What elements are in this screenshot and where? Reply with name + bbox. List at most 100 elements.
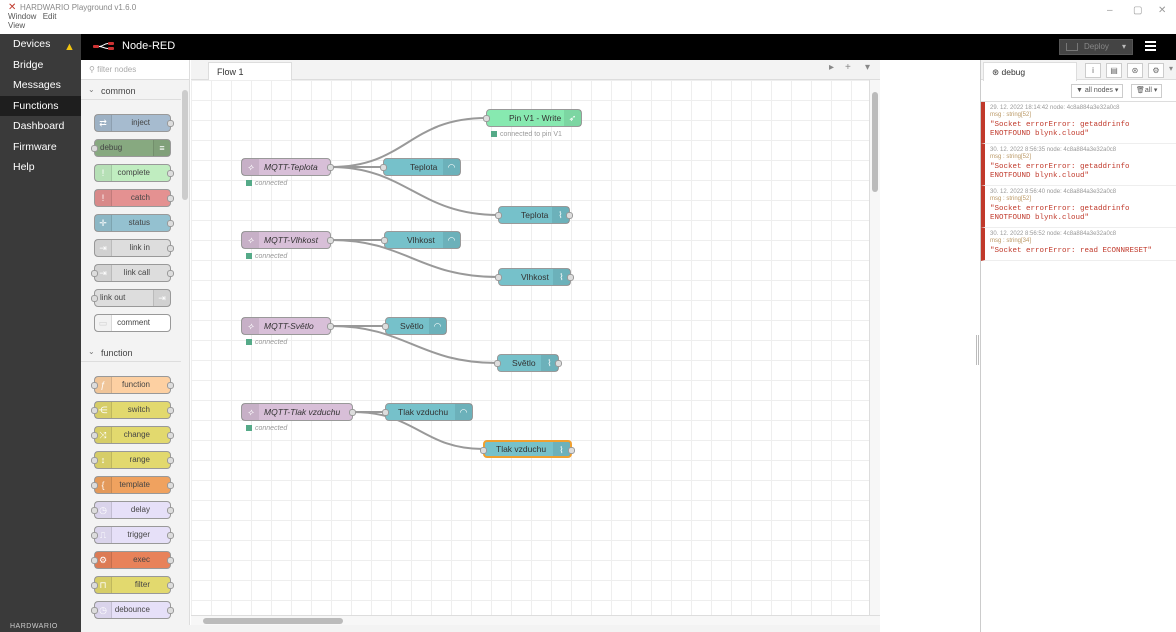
nav-devices[interactable]: Devices ▲ — [0, 34, 81, 55]
filter-icon: ▼ — [1076, 87, 1083, 94]
palette-category-common[interactable]: ⌄ common — [81, 82, 181, 100]
nodered-header: Node-RED Deploy ▾ — [81, 34, 1176, 60]
palette-node-switch[interactable]: ⋲ switch — [91, 401, 174, 419]
status-dot — [491, 131, 497, 137]
menu-icon[interactable] — [1145, 41, 1156, 51]
palette-node-status[interactable]: ✛ status — [94, 214, 174, 232]
pin-v1-write-node[interactable]: Pin V1 - Write ➶ connected to pin V1 — [483, 109, 582, 138]
tab-flow-1[interactable]: Flow 1 — [208, 62, 292, 81]
nav-bridge[interactable]: Bridge — [0, 55, 81, 76]
palette-node-function[interactable]: ƒ function — [91, 376, 174, 394]
palette-node-trigger[interactable]: ⎍ trigger — [91, 526, 174, 544]
palette-node-template[interactable]: {template — [91, 476, 174, 494]
complete-icon: ! — [95, 165, 112, 181]
palette-node-inject[interactable]: ⇄ inject — [94, 114, 174, 132]
debug-message[interactable]: 29. 12. 2022 18:14:42 node: 4c8a884a3e32… — [981, 102, 1176, 144]
mqtt-teplota-node[interactable]: ⟡ MQTT-Teplota connected — [241, 158, 334, 187]
help-book-icon[interactable]: ▤ — [1106, 63, 1122, 78]
mqtt-icon: ⟡ — [242, 404, 259, 420]
debug-sidebar: ⊛ debug i ▤ ⊛ ⚙ ▾ ▼ all nodes ▾ 🗑all ▾ 2… — [980, 60, 1176, 632]
status-dot — [246, 425, 252, 431]
tab-scroll-right-icon[interactable]: ▸ — [829, 62, 834, 73]
gauge-icon: ◠ — [429, 318, 446, 334]
svetlo-gauge-node[interactable]: Světlo ◠ — [382, 317, 447, 335]
gear-icon[interactable]: ⚙ — [1148, 63, 1164, 78]
palette-node-debug[interactable]: debug ≡ — [91, 139, 171, 157]
canvas-footer — [81, 625, 880, 632]
palette-node-debounce[interactable]: ◷ debounce — [91, 601, 174, 619]
palette-node-complete[interactable]: ! complete — [94, 164, 174, 182]
canvas-vertical-scrollbar[interactable] — [869, 80, 880, 615]
palette-node-exec[interactable]: ⚙ exec — [91, 551, 174, 569]
tlak-vzduchu-chart-node[interactable]: Tlak vzduchu ⌇ — [480, 440, 575, 458]
minimize-icon[interactable]: – — [1107, 5, 1113, 16]
mqtt-tlak-vzduchu-node[interactable]: ⟡ MQTT-Tlak vzduchu connected — [241, 403, 356, 432]
vlhkost-chart-node[interactable]: Vlhkost ⌇ — [495, 268, 574, 286]
workspace-tabs: Flow 1 ▸ + ▾ — [191, 60, 880, 81]
mqtt-vlhkost-node[interactable]: ⟡ MQTT-Vlhkost connected — [241, 231, 334, 260]
status-icon: ✛ — [95, 215, 112, 231]
palette-node-range[interactable]: ↕ range — [91, 451, 174, 469]
nav-help[interactable]: Help — [0, 157, 81, 178]
palette-node-catch[interactable]: ! catch — [94, 189, 174, 207]
mqtt-icon: ⟡ — [242, 318, 259, 334]
gauge-icon: ◠ — [443, 232, 460, 248]
debug-message[interactable]: 30. 12. 2022 8:56:52 node: 4c8a884a3e32a… — [981, 228, 1176, 261]
menu-edit[interactable]: Edit — [43, 12, 57, 21]
mqtt-svetlo-node[interactable]: ⟡ MQTT-Světlo connected — [241, 317, 334, 346]
status-dot — [246, 339, 252, 345]
add-flow-icon[interactable]: + — [845, 62, 851, 73]
palette-node-link-out[interactable]: link out ⇥ — [91, 289, 171, 307]
menu-window[interactable]: Window — [8, 12, 36, 21]
comment-icon: ▭ — [95, 315, 112, 331]
gauge-icon: ◠ — [443, 159, 460, 175]
canvas-horizontal-scrollbar[interactable] — [191, 615, 880, 625]
link-out-icon: ⇥ — [153, 290, 170, 306]
gauge-icon: ◠ — [455, 404, 472, 420]
palette-scrollbar[interactable] — [182, 90, 188, 200]
svetlo-chart-node[interactable]: Světlo ⌇ — [494, 354, 562, 372]
status-dot — [246, 253, 252, 259]
tab-debug[interactable]: ⊛ debug — [983, 62, 1077, 81]
info-icon[interactable]: i — [1085, 63, 1101, 78]
sidebar-tabs: ⊛ debug i ▤ ⊛ ⚙ ▾ — [981, 60, 1176, 81]
tlak-vzduchu-gauge-node[interactable]: Tlak vzduchu ◠ — [382, 403, 473, 421]
palette-node-delay[interactable]: ◷ delay — [91, 501, 174, 519]
chevron-down-icon[interactable]: ▾ — [865, 62, 870, 73]
close-icon[interactable]: ✕ — [1158, 5, 1166, 16]
deploy-button[interactable]: Deploy ▾ — [1059, 39, 1133, 55]
sidebar-resize-handle[interactable] — [976, 335, 979, 365]
mqtt-icon: ⟡ — [242, 159, 259, 175]
maximize-icon[interactable]: ▢ — [1133, 5, 1142, 16]
palette-filter-input[interactable]: ⚲ filter nodes — [81, 60, 189, 80]
palette-category-function[interactable]: ⌄ function — [81, 344, 181, 362]
inject-icon: ⇄ — [95, 115, 112, 131]
debug-tab-icon[interactable]: ⊛ — [1127, 63, 1143, 78]
clear-log-button[interactable]: 🗑all ▾ — [1131, 84, 1163, 98]
window-title: HARDWARIO Playground v1.6.0 — [20, 3, 137, 12]
blynk-icon: ➶ — [564, 110, 581, 126]
nav-dashboard[interactable]: Dashboard — [0, 116, 81, 137]
palette-node-change[interactable]: ⤨ change — [91, 426, 174, 444]
palette-node-link-in[interactable]: ⇥ link in — [94, 239, 174, 257]
vlhkost-gauge-node[interactable]: Vlhkost ◠ — [381, 231, 461, 249]
debug-message[interactable]: 30. 12. 2022 8:56:35 node: 4c8a884a3e32a… — [981, 144, 1176, 186]
palette-node-filter[interactable]: ⊓ filter — [91, 576, 174, 594]
flow-canvas[interactable]: Pin V1 - Write ➶ connected to pin V1 ⟡ M… — [191, 80, 869, 615]
window-titlebar: ✕ HARDWARIO Playground v1.6.0 – ▢ ✕ — [0, 0, 1176, 24]
nav-messages[interactable]: Messages — [0, 75, 81, 96]
link-icon: ⇥ — [95, 240, 112, 256]
nav-functions[interactable]: Functions — [0, 95, 81, 116]
teplota-chart-node[interactable]: Teplota ⌇ — [495, 206, 573, 224]
debug-message[interactable]: 30. 12. 2022 8:56:40 node: 4c8a884a3e32a… — [981, 186, 1176, 228]
palette-node-link-call[interactable]: ⇥ link call — [91, 264, 174, 282]
nav-firmware[interactable]: Firmware — [0, 137, 81, 158]
menu-view[interactable]: View — [8, 21, 25, 30]
filter-nodes-button[interactable]: ▼ all nodes ▾ — [1071, 84, 1124, 98]
teplota-gauge-node[interactable]: Teplota ◠ — [380, 158, 461, 176]
chevron-down-icon[interactable]: ▾ — [1169, 64, 1173, 73]
deploy-icon — [1066, 43, 1078, 51]
palette-node-comment[interactable]: ▭ comment — [94, 314, 171, 332]
catch-icon: ! — [95, 190, 112, 206]
chevron-down-icon[interactable]: ▾ — [1122, 40, 1126, 54]
